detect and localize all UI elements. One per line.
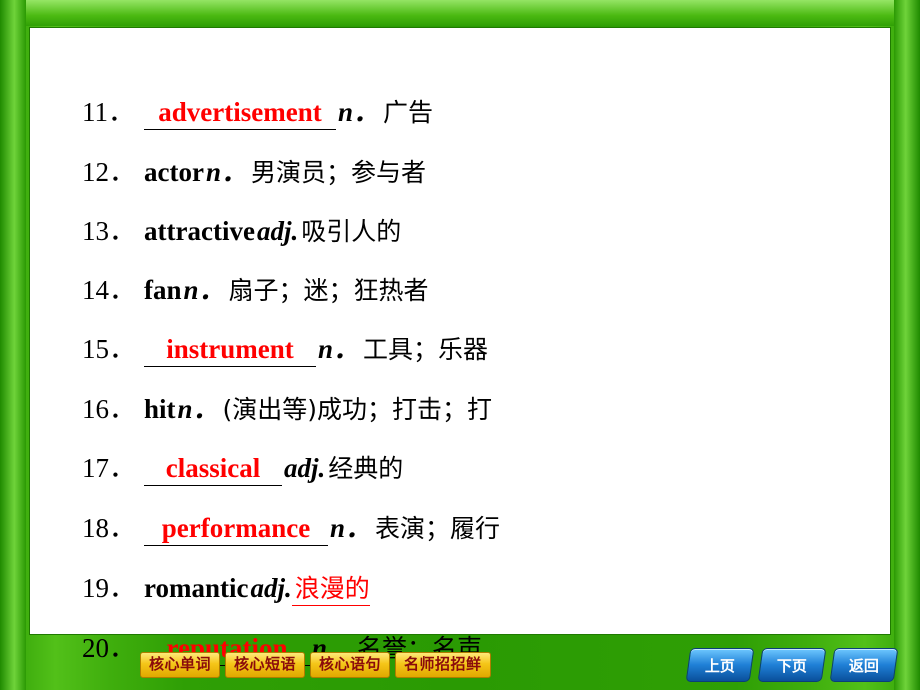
list-item: 13． attractive adj. 吸引人的 xyxy=(82,209,872,248)
part-of-speech: n． xyxy=(338,97,381,127)
left-decorative-edge xyxy=(0,0,26,690)
prev-page-label: 上页 xyxy=(704,656,735,675)
tab-core-phrases[interactable]: 核心短语 xyxy=(225,652,306,678)
part-of-speech: n． xyxy=(183,275,226,305)
bottom-bar: 核心单词 核心短语 核心语句 名师招招鲜 上页 下页 返回 xyxy=(0,634,920,690)
list-item: 16． hit n． (演出等)成功；打击；打 xyxy=(82,387,872,426)
english-word: romantic xyxy=(144,573,249,603)
part-of-speech: adj. xyxy=(256,216,299,246)
answer-blank: classical xyxy=(144,453,282,486)
chinese-meaning: 男演员；参与者 xyxy=(251,158,427,187)
answer-blank: performance xyxy=(144,513,328,546)
tab-core-sentences[interactable]: 核心语句 xyxy=(310,652,391,678)
top-decorative-band xyxy=(0,0,920,26)
chinese-answer: 浪漫的 xyxy=(291,569,370,606)
english-word: attractive xyxy=(144,216,255,246)
item-number: 11． xyxy=(82,97,135,127)
next-page-label: 下页 xyxy=(776,656,807,675)
part-of-speech: n． xyxy=(318,334,361,364)
list-item: 11． advertisement n． 广告 xyxy=(82,90,872,130)
right-decorative-edge xyxy=(894,0,920,690)
navigation-buttons: 上页 下页 返回 xyxy=(685,648,899,682)
tab-core-words[interactable]: 核心单词 xyxy=(140,652,221,678)
item-number: 13． xyxy=(82,216,136,246)
slide: 11． advertisement n． 广告 12． actor n． 男演员… xyxy=(0,0,920,690)
list-item: 15． instrument n． 工具；乐器 xyxy=(82,327,872,367)
item-number: 16． xyxy=(82,394,136,424)
answer-blank: instrument xyxy=(144,334,316,367)
item-number: 19． xyxy=(82,573,136,603)
chinese-meaning: (演出等)成功；打击；打 xyxy=(222,395,493,424)
chinese-meaning: 扇子；迷；狂热者 xyxy=(228,276,429,305)
answer-blank: advertisement xyxy=(144,97,336,130)
list-item: 14． fan n． 扇子；迷；狂热者 xyxy=(82,268,872,307)
content-card: 11． advertisement n． 广告 12． actor n． 男演员… xyxy=(30,28,890,666)
chinese-meaning: 工具；乐器 xyxy=(363,335,489,364)
return-button[interactable]: 返回 xyxy=(829,648,899,682)
return-label: 返回 xyxy=(848,656,879,675)
item-number: 18． xyxy=(82,513,136,543)
english-word: fan xyxy=(144,275,182,305)
list-item: 19． romantic adj. 浪漫的 xyxy=(82,566,872,606)
prev-page-button[interactable]: 上页 xyxy=(685,648,755,682)
part-of-speech: n． xyxy=(205,157,248,187)
chinese-meaning: 吸引人的 xyxy=(301,217,402,246)
list-item: 18． performance n． 表演；履行 xyxy=(82,506,872,546)
chinese-meaning: 广告 xyxy=(383,98,434,127)
part-of-speech: n． xyxy=(177,394,220,424)
part-of-speech: adj. xyxy=(250,573,292,603)
chinese-meaning: 表演；履行 xyxy=(375,514,501,543)
item-number: 14． xyxy=(82,275,136,305)
list-item: 12． actor n． 男演员；参与者 xyxy=(82,150,872,189)
item-number: 12． xyxy=(82,157,136,187)
chinese-meaning: 经典的 xyxy=(328,454,404,483)
part-of-speech: n． xyxy=(330,513,373,543)
list-item: 17． classical adj. 经典的 xyxy=(82,446,872,486)
english-word: hit xyxy=(144,394,176,424)
section-tabs: 核心单词 核心短语 核心语句 名师招招鲜 xyxy=(140,652,491,678)
item-number: 15． xyxy=(82,334,136,364)
part-of-speech: adj. xyxy=(284,453,326,483)
item-number: 17． xyxy=(82,453,136,483)
english-word: actor xyxy=(144,157,204,187)
next-page-button[interactable]: 下页 xyxy=(757,648,827,682)
tab-teacher-tips[interactable]: 名师招招鲜 xyxy=(395,652,491,678)
vocabulary-list: 11． advertisement n． 广告 12． actor n． 男演员… xyxy=(82,90,872,686)
